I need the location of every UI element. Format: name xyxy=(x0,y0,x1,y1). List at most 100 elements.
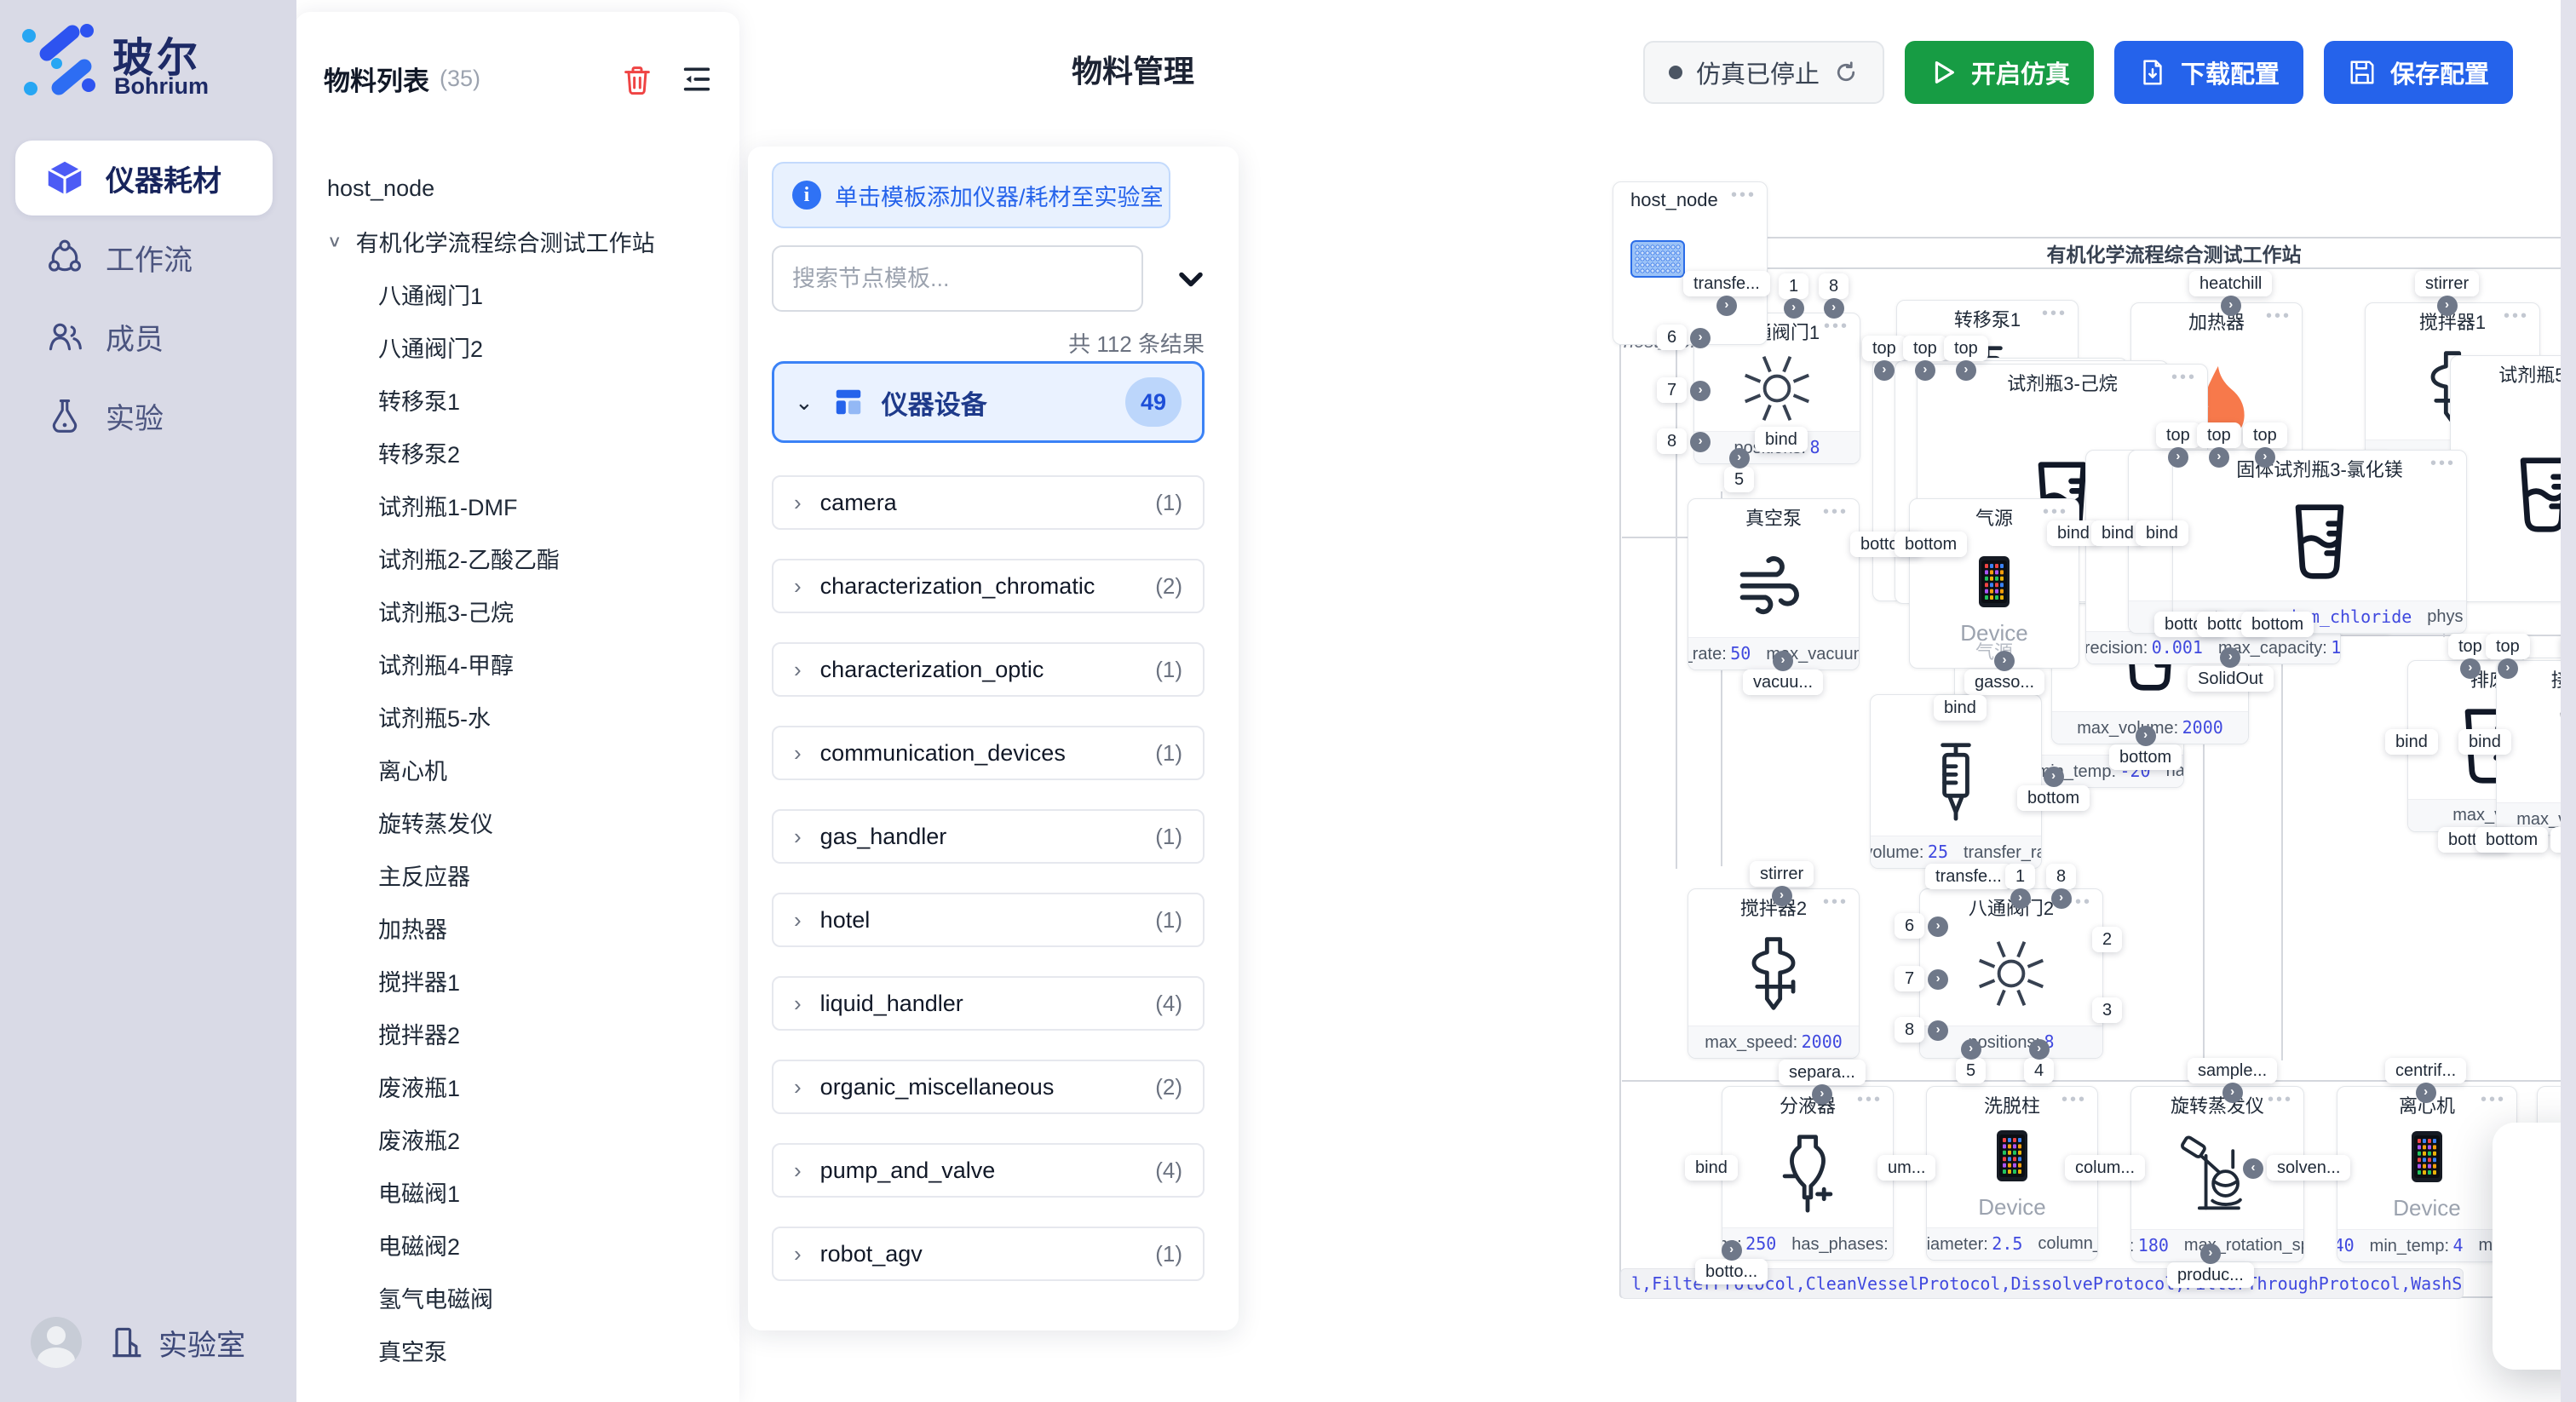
tree-item[interactable]: 试剂瓶4-甲醇 xyxy=(295,637,739,690)
port-label: top xyxy=(2156,422,2200,448)
page-scrollbar[interactable] xyxy=(2561,0,2576,1402)
node-menu-icon[interactable]: ••• xyxy=(1824,317,1849,336)
simulation-status[interactable]: 仿真已停止 xyxy=(1643,41,1884,104)
group-title: 有机化学流程综合测试工作站 xyxy=(2047,238,2302,267)
node-separator[interactable]: 分液器•••volume: 250has_phases: true xyxy=(1722,1086,1894,1261)
node-menu-icon[interactable]: ••• xyxy=(1731,186,1757,205)
chevron-down-icon: ∨ xyxy=(327,231,342,250)
tree-item[interactable]: 试剂瓶3-己烷 xyxy=(295,584,739,637)
avatar[interactable] xyxy=(31,1317,82,1368)
sidebar-item-cube[interactable]: 仪器耗材 xyxy=(15,141,273,215)
node-reagent-5[interactable]: 试剂瓶5-水••• xyxy=(2450,355,2576,602)
node-menu-icon[interactable]: ••• xyxy=(1857,1090,1883,1110)
tree-item[interactable]: 试剂瓶5-水 xyxy=(295,690,739,743)
template-category-characterization_chromatic[interactable]: ›characterization_chromatic(2) xyxy=(772,559,1205,613)
tree-item[interactable]: 试剂瓶2-乙酸乙酯 xyxy=(295,531,739,584)
template-category-camera[interactable]: ›camera(1) xyxy=(772,475,1205,530)
tree-item[interactable]: 主反应器 xyxy=(295,848,739,901)
trash-icon[interactable] xyxy=(620,62,654,96)
tree-item[interactable]: 试剂瓶1-DMF xyxy=(295,479,739,531)
tree-item-group[interactable]: ∨有机化学流程综合测试工作站 xyxy=(295,215,739,267)
tree-item[interactable]: 搅拌器2 xyxy=(295,1007,739,1060)
collapse-list-icon[interactable] xyxy=(680,62,714,96)
node-menu-icon[interactable]: ••• xyxy=(2268,1090,2293,1110)
tree-item[interactable]: 废液瓶1 xyxy=(295,1060,739,1112)
tree-item[interactable]: 电磁阀1 xyxy=(295,1165,739,1218)
tree-item[interactable]: 旋转蒸发仪 xyxy=(295,796,739,848)
node-vacuum-pump[interactable]: 真空泵•••pump_rate: 50max_vacuum: 0.1 xyxy=(1688,498,1860,670)
sidebar-item-members[interactable]: 成员 xyxy=(15,299,273,374)
node-menu-icon[interactable]: ••• xyxy=(1823,893,1849,912)
node-stirrer-2[interactable]: 搅拌器2•••max_speed: 2000 xyxy=(1688,888,1860,1059)
device-icon xyxy=(1979,556,2010,612)
stirrer-icon xyxy=(1733,933,1814,1019)
tree-item-root[interactable]: host_node xyxy=(295,162,739,215)
chevron-right-icon: › xyxy=(794,573,802,600)
device-icon xyxy=(2412,1131,2442,1187)
chevron-down-icon[interactable] xyxy=(1172,261,1210,298)
port-label: top xyxy=(2243,422,2287,448)
tree-item[interactable]: 转移泵2 xyxy=(295,426,739,479)
port-chip-wrap: top› xyxy=(2486,637,2530,657)
port-label: 8 xyxy=(2046,864,2076,889)
tree-item[interactable]: 八通阀门1 xyxy=(295,267,739,320)
port-label: 7 xyxy=(1657,377,1687,403)
template-category-organic_miscellaneous[interactable]: ›organic_miscellaneous(2) xyxy=(772,1060,1205,1114)
template-category-liquid_handler[interactable]: ›liquid_handler(4) xyxy=(772,976,1205,1031)
tree-item[interactable]: 离心机 xyxy=(295,743,739,796)
tree-item[interactable]: 加热器 xyxy=(295,901,739,954)
node-menu-icon[interactable]: ••• xyxy=(2481,1090,2506,1110)
flow-canvas[interactable]: 有机化学流程综合测试工作站host_no...host_node•••八通阀门1… xyxy=(1036,0,2576,1402)
category-instruments[interactable]: ⌄ 仪器设备 49 xyxy=(772,361,1205,443)
save-config-button[interactable]: 保存配置 xyxy=(2324,41,2513,104)
template-category-hotel[interactable]: ›hotel(1) xyxy=(772,893,1205,947)
sidebar-item-workflow[interactable]: 工作流 xyxy=(15,220,273,295)
port-dot-icon: › xyxy=(1729,448,1750,468)
node-menu-icon[interactable]: ••• xyxy=(1823,503,1849,522)
refresh-icon[interactable] xyxy=(1833,60,1859,85)
template-category-characterization_optic[interactable]: ›characterization_optic(1) xyxy=(772,642,1205,697)
port-label: top xyxy=(1944,336,1988,361)
template-category-pump_and_valve[interactable]: ›pump_and_valve(4) xyxy=(772,1143,1205,1198)
sidebar-item-label: 工作流 xyxy=(106,237,193,279)
node-menu-icon[interactable]: ••• xyxy=(2266,307,2291,326)
node-params: volume: 250has_phases: true xyxy=(1722,1227,1893,1260)
port-dot-icon: › xyxy=(2255,447,2275,468)
tree-item[interactable]: 电磁阀2 xyxy=(295,1218,739,1271)
tree-item[interactable]: 八通阀门2 xyxy=(295,320,739,373)
port-label: bottom xyxy=(2475,827,2548,853)
port-chip-wrap: 6› xyxy=(1657,328,1687,348)
sidebar-item-label: 仪器耗材 xyxy=(106,158,221,199)
node-host-node[interactable]: host_node••• xyxy=(1613,181,1768,345)
node-menu-icon[interactable]: ••• xyxy=(2430,454,2456,474)
tree-item[interactable]: 搅拌器1 xyxy=(295,954,739,1007)
node-solid-reagent-3[interactable]: 固体试剂瓶3-氯化镁•••agent: magnesium_chlorideph… xyxy=(2172,450,2467,634)
port-dot-icon: › xyxy=(2222,1083,2243,1103)
port-dot-icon: › xyxy=(2029,1039,2050,1060)
node-menu-icon[interactable]: ••• xyxy=(2043,503,2068,522)
tree-item[interactable]: 氢气电磁阀 xyxy=(295,1271,739,1324)
node-menu-icon[interactable]: ••• xyxy=(2061,1090,2087,1110)
template-category-gas_handler[interactable]: ›gas_handler(1) xyxy=(772,809,1205,864)
sidebar-item-experiment[interactable]: 实验 xyxy=(15,378,273,453)
template-category-robot_agv[interactable]: ›robot_agv(1) xyxy=(772,1227,1205,1281)
tree-item[interactable]: 转移泵1 xyxy=(295,373,739,426)
tree-item[interactable]: 真空泵 xyxy=(295,1324,739,1376)
search-input[interactable] xyxy=(772,245,1143,312)
node-menu-icon[interactable]: ••• xyxy=(2504,307,2529,326)
tree-item[interactable]: 废液瓶2 xyxy=(295,1112,739,1165)
node-centrifuge[interactable]: 离心机•••Devicep: 40min_temp: 4max_sp xyxy=(2337,1086,2517,1262)
template-category-communication_devices[interactable]: ›communication_devices(1) xyxy=(772,726,1205,780)
port-chip-wrap: botto...› xyxy=(1695,1262,1768,1282)
node-menu-icon[interactable]: ••• xyxy=(2042,304,2067,324)
port-chip-wrap: centrif...› xyxy=(2385,1061,2466,1081)
port-chip-wrap: 8› xyxy=(2046,867,2076,887)
port-chip-wrap: 8› xyxy=(1895,1020,1924,1040)
start-simulation-button[interactable]: 开启仿真 xyxy=(1905,41,2094,104)
download-config-button[interactable]: 下载配置 xyxy=(2114,41,2303,104)
node-menu-icon[interactable]: ••• xyxy=(2171,368,2197,388)
results-count: 共 112 条结果 xyxy=(1068,327,1205,359)
port-dot-icon: › xyxy=(2498,658,2518,679)
sidebar-item-lab[interactable]: 实验室 xyxy=(107,1322,245,1364)
node-title: 转移泵1 xyxy=(1954,305,2021,332)
